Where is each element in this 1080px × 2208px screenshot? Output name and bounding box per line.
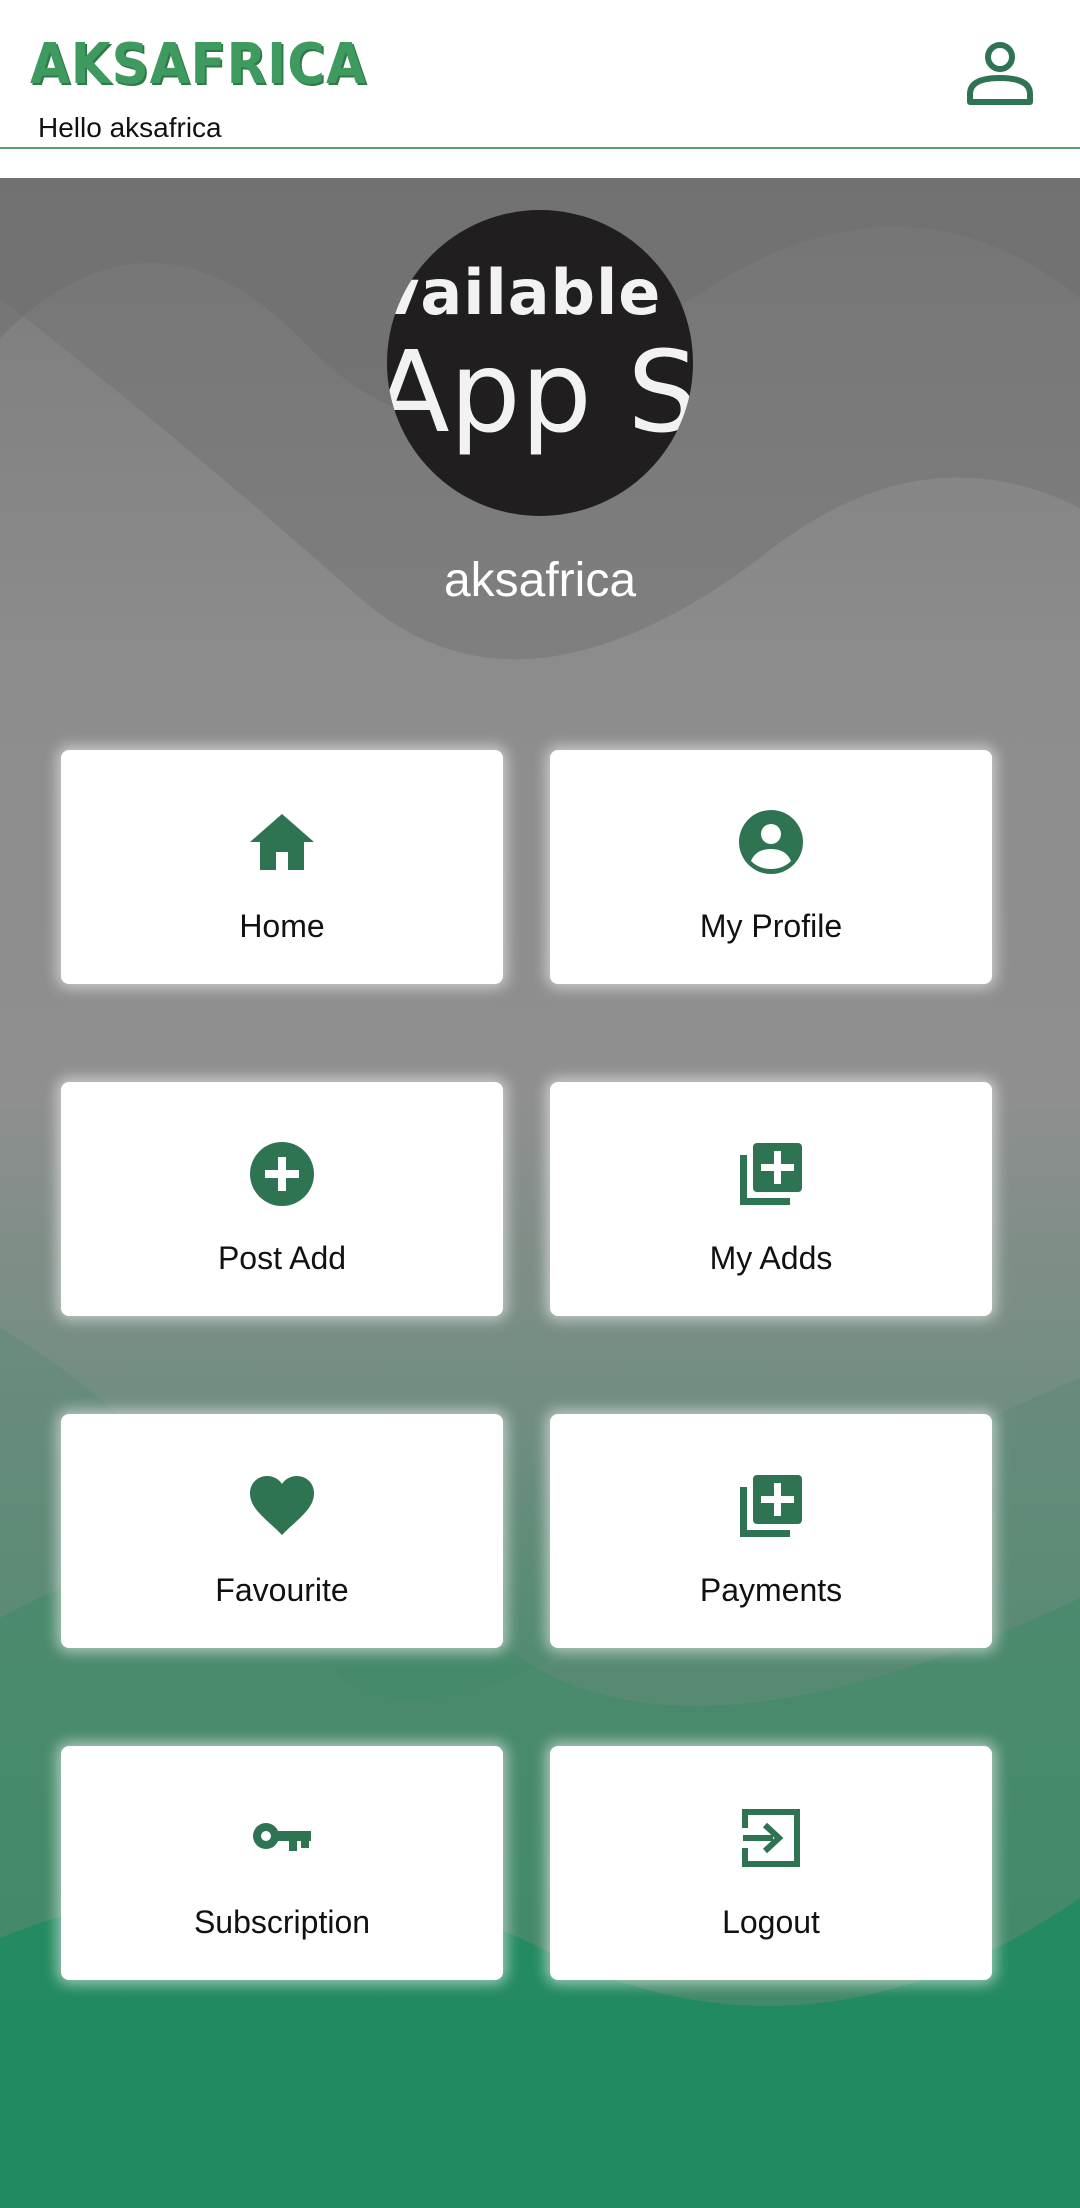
menu-label-post-add: Post Add [217, 1240, 347, 1276]
menu-card-subscription[interactable]: Subscription [61, 1746, 503, 1980]
menu-card-home[interactable]: Home [61, 750, 503, 984]
menu-card-post-add[interactable]: Post Add [61, 1082, 503, 1316]
greeting-text: Hello aksafrica [38, 112, 222, 143]
key-icon [253, 1823, 311, 1851]
menu-label-subscription: Subscription [193, 1904, 371, 1940]
menu-label-my-profile: My Profile [699, 908, 843, 944]
logout-icon [742, 1809, 800, 1867]
library-add-icon [740, 1475, 802, 1537]
menu-label-my-adds: My Adds [709, 1240, 833, 1276]
menu-card-payments[interactable]: Payments [550, 1414, 992, 1648]
heart-icon [250, 1476, 314, 1535]
account-circle-icon [739, 810, 803, 874]
profile-button[interactable] [960, 34, 1040, 114]
menu-card-logout[interactable]: Logout [550, 1746, 992, 1980]
menu-card-favourite[interactable]: Favourite [61, 1414, 503, 1648]
menu-grid: Home My Profile Post Add My Adds Favouri… [0, 178, 1080, 2208]
person-outline-icon [967, 42, 1033, 105]
app-logo: AKSAFRICA [30, 32, 367, 97]
menu-label-favourite: Favourite [215, 1572, 349, 1608]
menu-card-my-adds[interactable]: My Adds [550, 1082, 992, 1316]
library-add-icon [740, 1143, 802, 1205]
add-circle-icon [250, 1142, 314, 1206]
menu-card-my-profile[interactable]: My Profile [550, 750, 992, 984]
menu-label-payments: Payments [699, 1572, 843, 1608]
menu-label-logout: Logout [722, 1904, 820, 1940]
app-header: AKSAFRICA Hello aksafrica [0, 0, 1080, 149]
dashboard-content: vailable App S aksafrica Home My Profile [0, 178, 1080, 2208]
home-icon [250, 814, 314, 870]
menu-label-home: Home [239, 908, 325, 944]
